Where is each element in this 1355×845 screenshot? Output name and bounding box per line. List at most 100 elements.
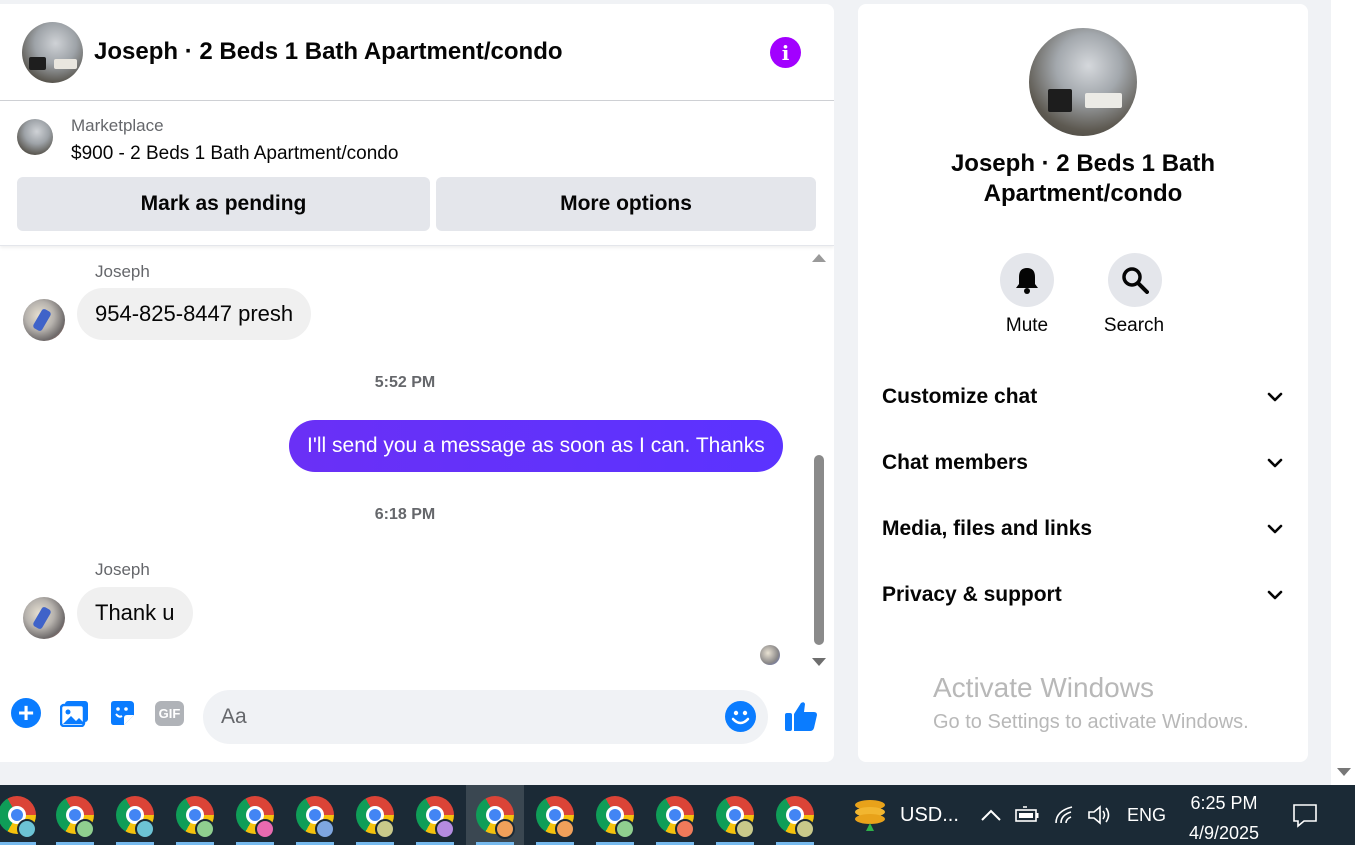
section-label: Privacy & support (882, 583, 1062, 606)
language-indicator[interactable]: ENG (1127, 785, 1166, 845)
section-customize-chat[interactable]: Customize chat (882, 377, 1284, 417)
profile-avatar-icon (255, 819, 275, 839)
mute-button[interactable] (1000, 253, 1054, 307)
bell-icon (1016, 268, 1038, 294)
taskbar-clock[interactable]: 6:25 PM 4/9/2025 (1180, 791, 1268, 845)
taskbar-chrome-window[interactable] (406, 785, 464, 845)
search-label: Search (1103, 315, 1165, 336)
seen-indicator-avatar (760, 645, 780, 665)
profile-avatar-icon (735, 819, 755, 839)
windows-taskbar: USD... ENG 6:25 PM 4/9/2025 (0, 785, 1355, 845)
incoming-message[interactable]: Thank u (77, 587, 193, 639)
emoji-icon[interactable] (725, 701, 756, 732)
message-composer: + GIF (0, 684, 834, 744)
listing-actions: Mark as pending More options (17, 177, 817, 231)
notification-center-icon[interactable] (1292, 785, 1318, 845)
profile-avatar-icon (615, 819, 635, 839)
scroll-down-arrow-icon[interactable] (812, 658, 826, 666)
taskbar-chrome-window[interactable] (346, 785, 404, 845)
outgoing-message[interactable]: I'll send you a message as soon as I can… (289, 420, 783, 472)
taskbar-chrome-window[interactable] (706, 785, 764, 845)
chat-title[interactable]: Joseph · 2 Beds 1 Bath Apartment/condo (94, 38, 563, 66)
incoming-message[interactable]: 954-825-8447 presh (77, 288, 312, 340)
activate-windows-subtext: Go to Settings to activate Windows. (933, 711, 1249, 733)
listing-thumbnail (17, 119, 53, 155)
chevron-down-icon (1266, 388, 1284, 406)
taskbar-chrome-window[interactable] (646, 785, 704, 845)
mute-label: Mute (1005, 315, 1049, 336)
sender-name: Joseph (95, 262, 150, 281)
page-scroll-down-arrow-icon[interactable] (1337, 768, 1351, 776)
taskbar-chrome-window[interactable] (226, 785, 284, 845)
thumbs-up-icon[interactable] (784, 700, 818, 732)
profile-avatar-icon (435, 819, 455, 839)
scroll-thumb[interactable] (814, 455, 824, 645)
profile-avatar-icon (795, 819, 815, 839)
currency-label: USD... (900, 803, 959, 826)
chat-scrollbar[interactable] (811, 250, 827, 668)
page-edge (1331, 0, 1355, 785)
profile-avatar-icon (75, 819, 95, 839)
chevron-down-icon (1266, 520, 1284, 538)
wifi-icon[interactable] (1054, 785, 1076, 845)
taskbar-chrome-window[interactable] (466, 785, 524, 845)
search-icon (1122, 267, 1149, 294)
coins-icon (855, 800, 885, 831)
more-options-button[interactable]: More options (436, 177, 816, 231)
message-list: Joseph 954-825-8447 presh 5:52 PM I'll s… (0, 244, 834, 669)
section-label: Customize chat (882, 385, 1038, 408)
chevron-up-icon (981, 809, 1001, 821)
volume-icon[interactable] (1087, 785, 1113, 845)
info-icon[interactable]: i (770, 37, 801, 68)
activate-windows-watermark: Activate Windows (933, 672, 1154, 703)
sender-avatar[interactable] (23, 597, 65, 639)
message-timestamp: 6:18 PM (374, 506, 436, 523)
taskbar-chrome-window[interactable] (526, 785, 584, 845)
search-button[interactable] (1108, 253, 1162, 307)
sender-name: Joseph (95, 560, 150, 579)
chat-header: Joseph · 2 Beds 1 Bath Apartment/condo i (0, 4, 834, 101)
sender-avatar[interactable] (23, 299, 65, 341)
taskbar-chrome-window[interactable] (46, 785, 104, 845)
info-panel-title: Joseph · 2 Beds 1 Bath Apartment/condo (950, 150, 1216, 207)
show-hidden-icons-button[interactable] (980, 785, 1002, 845)
mark-as-pending-button[interactable]: Mark as pending (17, 177, 430, 231)
scroll-up-arrow-icon[interactable] (812, 254, 826, 262)
clock-time: 6:25 PM (1190, 793, 1258, 813)
profile-avatar-icon (495, 819, 515, 839)
photo-icon[interactable] (60, 698, 90, 728)
conversation-avatar[interactable] (22, 21, 83, 83)
conversation-avatar-large[interactable] (1029, 28, 1137, 136)
battery-icon[interactable] (1014, 785, 1040, 845)
profile-avatar-icon (195, 819, 215, 839)
plus-icon[interactable]: + (11, 698, 41, 728)
taskbar-chrome-window[interactable] (586, 785, 644, 845)
profile-avatar-icon (17, 819, 37, 839)
chevron-down-icon (1266, 454, 1284, 472)
profile-avatar-icon (315, 819, 335, 839)
taskbar-chrome-window[interactable] (286, 785, 344, 845)
currency-widget[interactable]: USD... (850, 785, 959, 845)
language-label: ENG (1127, 804, 1167, 825)
profile-avatar-icon (555, 819, 575, 839)
marketplace-listing-banner: Marketplace $900 - 2 Beds 1 Bath Apartme… (0, 101, 834, 246)
sticker-icon[interactable] (107, 698, 137, 728)
taskbar-chrome-window[interactable] (0, 785, 46, 845)
section-privacy-support[interactable]: Privacy & support (882, 575, 1284, 615)
taskbar-chrome-window[interactable] (106, 785, 164, 845)
clock-date: 4/9/2025 (1188, 823, 1260, 843)
section-label: Media, files and links (882, 517, 1093, 540)
taskbar-chrome-window[interactable] (766, 785, 824, 845)
marketplace-label: Marketplace (71, 116, 164, 135)
chevron-down-icon (1266, 586, 1284, 604)
marketplace-row[interactable]: Marketplace $900 - 2 Beds 1 Bath Apartme… (17, 115, 817, 171)
message-input[interactable] (203, 690, 768, 744)
section-media-files-links[interactable]: Media, files and links (882, 509, 1284, 549)
section-chat-members[interactable]: Chat members (882, 443, 1284, 483)
gif-icon[interactable]: GIF (155, 701, 184, 726)
profile-avatar-icon (135, 819, 155, 839)
listing-title: $900 - 2 Beds 1 Bath Apartment/condo (71, 143, 399, 164)
profile-avatar-icon (375, 819, 395, 839)
taskbar-chrome-window[interactable] (166, 785, 224, 845)
section-label: Chat members (882, 451, 1028, 474)
